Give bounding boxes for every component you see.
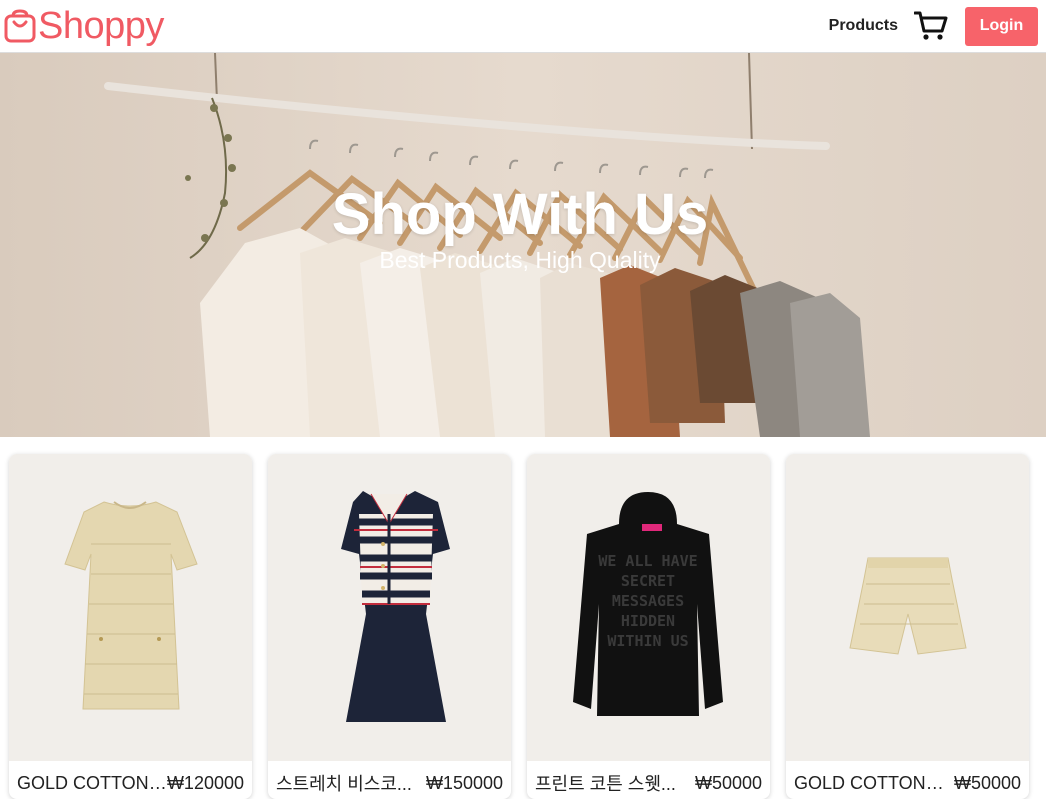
hero-banner: Shop With Us Best Products, High Quality [0,53,1046,437]
product-image [786,454,1029,761]
top-nav-bar: Shoppy Products Login [0,0,1046,53]
brand-logo-link[interactable]: Shoppy [4,6,164,46]
svg-text:MESSAGES: MESSAGES [612,592,684,610]
product-price: ₩150000 [425,772,503,793]
product-info: GOLD COTTON T... ₩50000 [786,761,1029,799]
product-title: GOLD COTTON T... [17,772,167,793]
product-title: 스트레치 비스코... [276,774,412,794]
svg-text:HIDDEN: HIDDEN [621,612,675,630]
product-info: GOLD COTTON T... ₩120000 [9,761,252,799]
product-image [9,454,252,761]
product-info: 프린트 코튼 스웻... ₩50000 [527,761,770,799]
nav-actions: Products Login [829,6,1038,46]
product-card[interactable]: WE ALL HAVE SECRET MESSAGES HIDDEN WITHI… [527,454,770,799]
product-info: 스트레치 비스코... ₩150000 [268,761,511,799]
product-image [268,454,511,761]
svg-text:WITHIN US: WITHIN US [607,632,688,650]
product-card[interactable]: GOLD COTTON T... ₩120000 [9,454,252,799]
hero-title: Shop With Us [331,182,709,247]
shopping-bag-icon [4,9,36,43]
product-price: ₩120000 [166,772,244,793]
product-price: ₩50000 [694,772,762,793]
product-grid: GOLD COTTON T... ₩120000 스트레치 비스코... ₩15… [9,454,1039,799]
brand-name: Shoppy [38,5,164,47]
product-card[interactable]: 스트레치 비스코... ₩150000 [268,454,511,799]
login-button[interactable]: Login [965,6,1038,46]
svg-text:WE ALL HAVE: WE ALL HAVE [598,552,697,570]
product-card[interactable]: GOLD COTTON T... ₩50000 [786,454,1029,799]
product-image: WE ALL HAVE SECRET MESSAGES HIDDEN WITHI… [527,454,770,761]
hero-subtitle: Best Products, High Quality [379,247,661,273]
product-price: ₩50000 [953,772,1021,793]
svg-text:SECRET: SECRET [621,572,675,590]
product-title: 프린트 코튼 스웻... [535,774,676,794]
product-title: GOLD COTTON T... [794,772,944,793]
cart-icon[interactable] [914,10,948,42]
products-link[interactable]: Products [829,17,898,35]
